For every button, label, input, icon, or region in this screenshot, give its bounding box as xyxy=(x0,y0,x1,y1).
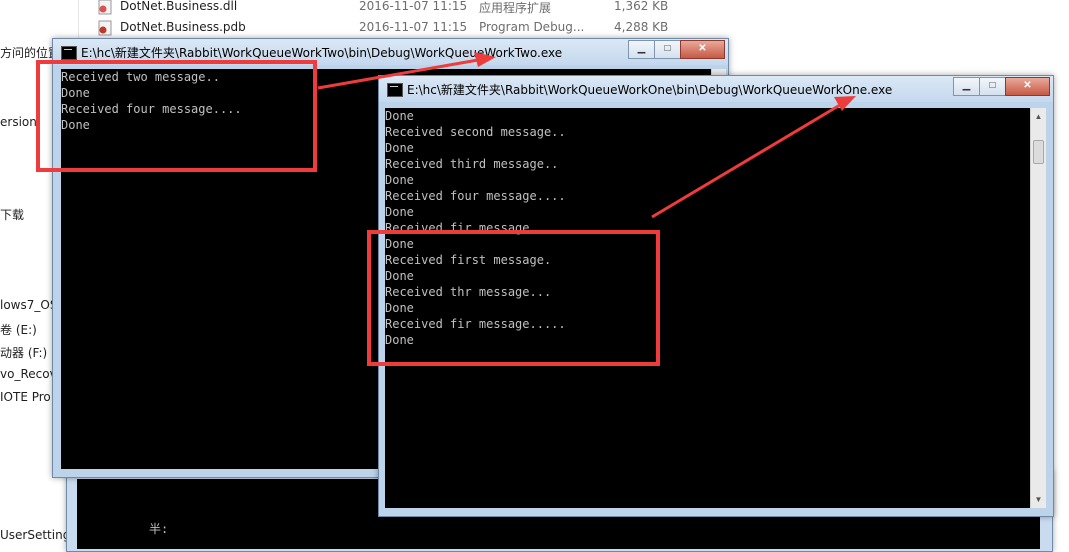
arrow-head-icon xyxy=(834,96,856,111)
arrow-to-title-one xyxy=(651,103,841,219)
arrow-to-title-two xyxy=(317,58,479,90)
annotation-arrows xyxy=(317,52,856,219)
arrow-head-icon xyxy=(474,52,496,67)
